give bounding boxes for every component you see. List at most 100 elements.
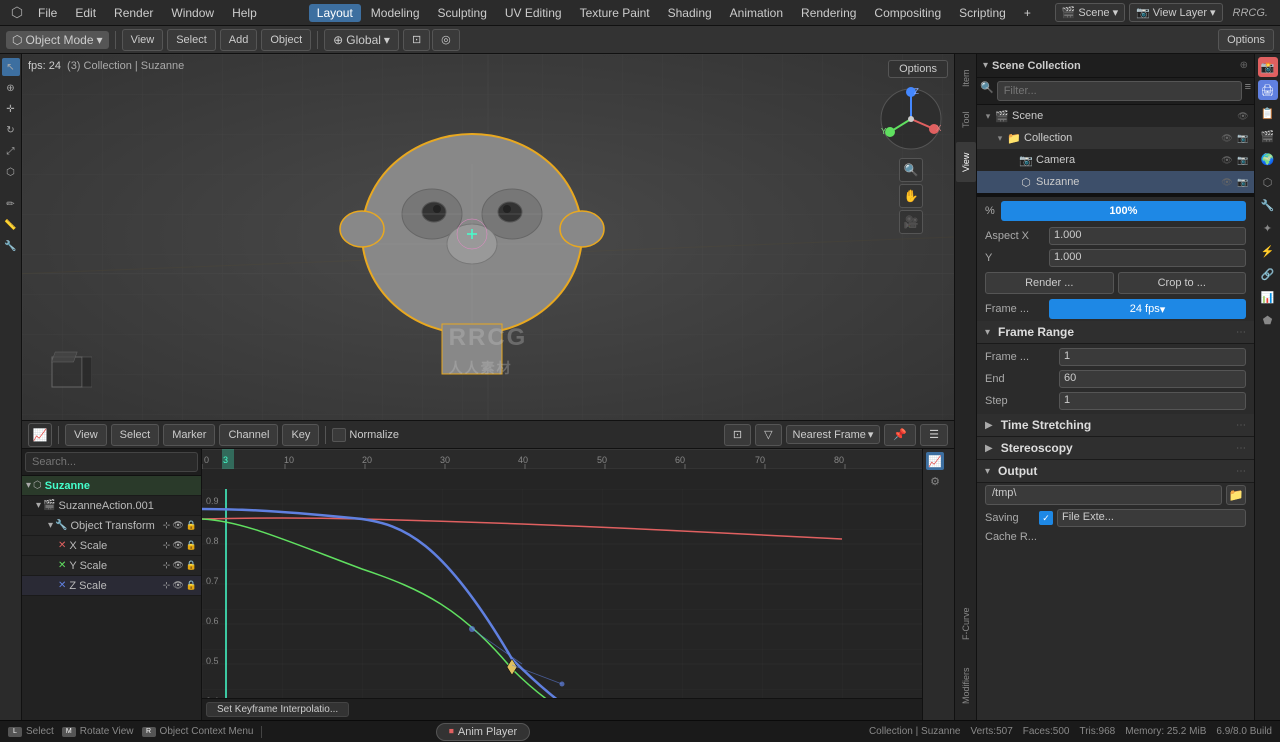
outliner-suzanne[interactable]: ⬡ Suzanne 👁 📷 — [977, 171, 1254, 193]
crop-button[interactable]: Crop to ... — [1118, 272, 1247, 294]
stereoscopy-header[interactable]: ▶ Stereoscopy ⋯ — [977, 437, 1254, 460]
view-layer-selector[interactable]: 📷 View Layer ▾ — [1129, 3, 1222, 22]
channel-yscale[interactable]: ✕ Y Scale ⊹ 👁 🔒 — [22, 556, 201, 576]
tl-filter-btn[interactable]: ▽ — [755, 424, 781, 446]
suzanne-vis-icon[interactable]: 👁 — [1220, 175, 1234, 189]
menu-window[interactable]: Window — [163, 4, 222, 22]
channel-search-input[interactable] — [25, 452, 198, 472]
output-header[interactable]: ▾ Output ⋯ — [977, 460, 1254, 483]
physics-props-icon[interactable]: ⚡ — [1258, 241, 1278, 261]
set-keyframe-btn[interactable]: Set Keyframe Interpolatio... — [206, 702, 349, 717]
menu-help[interactable]: Help — [224, 4, 265, 22]
tool-move[interactable]: ✛ — [2, 100, 20, 118]
transform-selector[interactable]: ⊕ Global ▾ — [324, 29, 399, 51]
render-button[interactable]: Render ... — [985, 272, 1114, 294]
menu-edit[interactable]: Edit — [67, 4, 104, 22]
tool-scale[interactable]: ⤢ — [2, 142, 20, 160]
menu-sculpting[interactable]: Sculpting — [430, 4, 495, 22]
channel-zscale[interactable]: ✕ Z Scale ⊹ 👁 🔒 — [22, 576, 201, 596]
channel-xscale[interactable]: ✕ X Scale ⊹ 👁 🔒 — [22, 536, 201, 556]
tool-extra[interactable]: 🔧 — [2, 237, 20, 255]
render-props-icon[interactable]: 📸 — [1258, 57, 1278, 77]
menu-compositing[interactable]: Compositing — [866, 4, 949, 22]
tl-pin-btn[interactable]: 📌 — [884, 424, 916, 446]
select-menu[interactable]: Select — [167, 29, 216, 51]
material-props-icon[interactable]: ⬟ — [1258, 310, 1278, 330]
menu-shading[interactable]: Shading — [660, 4, 720, 22]
aspect-y-input[interactable]: 1.000 — [1049, 249, 1246, 267]
menu-uv-editing[interactable]: UV Editing — [497, 4, 570, 22]
file-ext-input[interactable]: File Exte... — [1057, 509, 1246, 527]
tl-select-menu[interactable]: Select — [111, 424, 160, 446]
world-props-icon[interactable]: 🌍 — [1258, 149, 1278, 169]
aspect-x-input[interactable]: 1.000 — [1049, 227, 1246, 245]
outliner-collection[interactable]: ▾ 📁 Collection 👁 📷 — [977, 127, 1254, 149]
nearest-frame-selector[interactable]: Nearest Frame ▾ — [786, 425, 881, 444]
normalize-checkbox[interactable] — [332, 428, 346, 442]
outliner-search-input[interactable] — [997, 81, 1242, 101]
modifiers-props-icon[interactable]: 🔧 — [1258, 195, 1278, 215]
render-percent-input[interactable]: 100% — [1001, 201, 1246, 221]
output-browse-btn[interactable]: 📁 — [1226, 485, 1246, 505]
fcurve-icon[interactable]: 📈 — [926, 452, 944, 470]
tab-modifiers[interactable]: Modifiers — [956, 656, 976, 716]
data-props-icon[interactable]: 📊 — [1258, 287, 1278, 307]
camera-render-icon[interactable]: 📷 — [1236, 153, 1250, 167]
outliner-camera[interactable]: 📷 Camera 👁 📷 — [977, 149, 1254, 171]
scene-vis-icon[interactable]: 👁 — [1236, 109, 1250, 123]
outliner-filter-icon[interactable]: ⊕ — [1240, 60, 1248, 71]
navigation-gizmo[interactable]: Z X Y — [876, 84, 946, 154]
menu-scripting[interactable]: Scripting — [951, 4, 1014, 22]
time-stretching-header[interactable]: ▶ Time Stretching ⋯ — [977, 414, 1254, 437]
channel-transform[interactable]: ▾ 🔧 Object Transform ⊹ 👁 🔒 — [22, 516, 201, 536]
constraints-props-icon[interactable]: 🔗 — [1258, 264, 1278, 284]
menu-animation[interactable]: Animation — [722, 4, 791, 22]
tab-fcurve[interactable]: F-Curve — [956, 594, 976, 654]
options-button[interactable]: Options — [1218, 29, 1274, 51]
menu-rendering[interactable]: Rendering — [793, 4, 864, 22]
pan-btn[interactable]: ✋ — [899, 184, 923, 208]
timeline-mode-icon[interactable]: 📈 — [28, 423, 52, 447]
add-menu[interactable]: Add — [220, 29, 258, 51]
object-menu[interactable]: Object — [261, 29, 311, 51]
collection-render-icon[interactable]: 📷 — [1236, 131, 1250, 145]
tl-snap-btn[interactable]: ⊡ — [724, 424, 751, 446]
camera-btn[interactable]: 🎥 — [899, 210, 923, 234]
menu-texture-paint[interactable]: Texture Paint — [572, 4, 658, 22]
tl-key-menu[interactable]: Key — [282, 424, 319, 446]
saving-checkbox[interactable]: ✓ — [1039, 511, 1053, 525]
suzanne-render-icon[interactable]: 📷 — [1236, 175, 1250, 189]
viewport-options-button[interactable]: Options — [888, 60, 948, 78]
modifiers-icon[interactable]: ⚙ — [926, 472, 944, 490]
menu-render[interactable]: Render — [106, 4, 161, 22]
fps-selector[interactable]: 24 fps ▾ — [1049, 299, 1246, 319]
frame-end-input[interactable]: 60 — [1059, 370, 1246, 388]
view-layer-props-icon[interactable]: 📋 — [1258, 103, 1278, 123]
camera-vis-icon[interactable]: 👁 — [1220, 153, 1234, 167]
tool-annotate[interactable]: ✏ — [2, 195, 20, 213]
frame-range-header[interactable]: ▾ Frame Range ⋯ — [977, 321, 1254, 344]
graph-area[interactable]: 0 10 20 30 40 50 60 — [202, 449, 922, 720]
view-menu[interactable]: View — [122, 29, 164, 51]
tl-view-menu[interactable]: View — [65, 424, 107, 446]
tab-tool[interactable]: Tool — [956, 100, 976, 140]
tab-view[interactable]: View — [956, 142, 976, 182]
collection-vis-icon[interactable]: 👁 — [1220, 131, 1234, 145]
snap-btn[interactable]: ⊡ — [403, 29, 430, 51]
tool-measure[interactable]: 📏 — [2, 216, 20, 234]
channel-action[interactable]: ▾ 🎬 SuzanneAction.001 — [22, 496, 201, 516]
menu-file[interactable]: File — [30, 4, 65, 22]
tl-channel-menu[interactable]: Channel — [219, 424, 278, 446]
channel-suzanne[interactable]: ▾ ⬡ Suzanne — [22, 476, 201, 496]
zoom-in-btn[interactable]: 🔍 — [899, 158, 923, 182]
menu-modeling[interactable]: Modeling — [363, 4, 428, 22]
proportional-btn[interactable]: ◎ — [432, 29, 460, 51]
frame-step-input[interactable]: 1 — [1059, 392, 1246, 410]
output-props-icon[interactable]: 🖨 — [1258, 80, 1278, 100]
scene-selector[interactable]: 🎬 Scene ▾ — [1055, 3, 1125, 22]
particles-props-icon[interactable]: ✦ — [1258, 218, 1278, 238]
tl-extra-btn[interactable]: ☰ — [920, 424, 948, 446]
tab-item[interactable]: Item — [956, 58, 976, 98]
tool-cursor[interactable]: ⊕ — [2, 79, 20, 97]
anim-player-btn[interactable]: ⏹ Anim Player — [436, 723, 530, 741]
